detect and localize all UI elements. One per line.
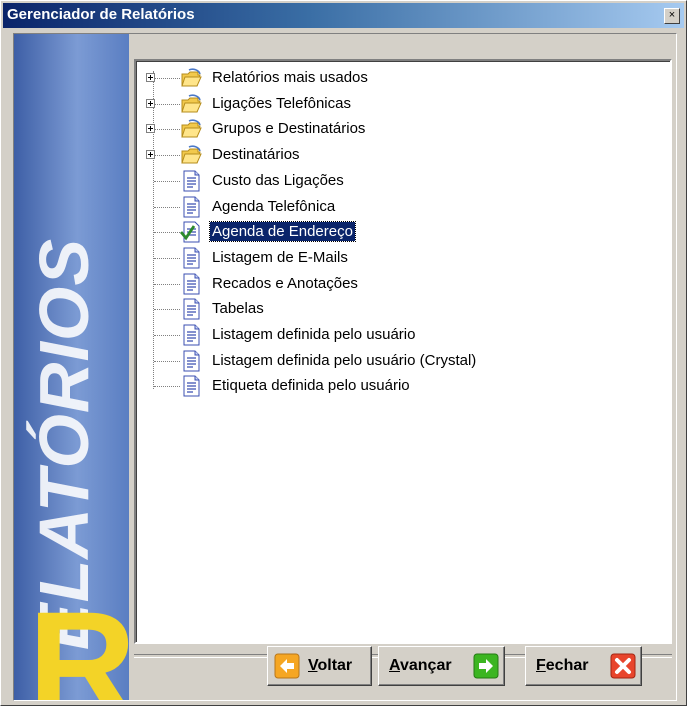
next-label: Avançar xyxy=(389,657,452,674)
folder-icon xyxy=(180,67,202,89)
tree-connector xyxy=(154,335,180,336)
tree-item-label: Ligações Telefônicas xyxy=(212,94,351,112)
report-manager-window: Gerenciador de Relatórios × ELATÓRIOS R … xyxy=(0,0,687,706)
tree-item[interactable]: Recados e Anotações xyxy=(136,271,666,297)
tree-connector xyxy=(154,155,180,157)
tree-item[interactable]: Agenda Telefônica xyxy=(136,194,666,220)
tree-connector xyxy=(154,386,180,388)
tree-connector xyxy=(154,360,180,362)
close-button[interactable]: Fechar xyxy=(525,646,642,686)
tree-item-label: Etiqueta definida pelo usuário xyxy=(212,377,410,395)
back-label: Voltar xyxy=(308,657,353,674)
tree-connector xyxy=(154,180,180,182)
tree-item[interactable]: Agenda de Endereço xyxy=(136,219,666,245)
back-button[interactable]: Voltar xyxy=(267,646,372,686)
tree-item-label: Listagem definida pelo usuário (Crystal) xyxy=(212,351,477,369)
tree-item-label: Listagem de E-Mails xyxy=(212,248,348,266)
tree-item[interactable]: Custo das Ligações xyxy=(136,168,666,194)
tree-item[interactable]: Destinatários xyxy=(136,142,666,168)
folder-icon xyxy=(180,93,202,115)
tree-item[interactable]: Ligações Telefônicas xyxy=(136,91,666,117)
tree-connector xyxy=(154,129,180,131)
tree-item-label: Tabelas xyxy=(212,300,264,318)
arrow-left-icon xyxy=(274,653,300,679)
document-icon xyxy=(180,196,202,218)
close-x-icon xyxy=(610,653,636,679)
tree-connector xyxy=(154,257,180,259)
title-bar: Gerenciador de Relatórios × xyxy=(3,3,684,28)
expand-plus-icon[interactable] xyxy=(146,73,155,82)
tree-item-label: Agenda de Endereço xyxy=(209,221,356,243)
tree-item-label: Listagem definida pelo usuário xyxy=(212,326,416,343)
tree-connector xyxy=(154,309,180,311)
document-icon xyxy=(180,247,202,269)
tree-connector xyxy=(154,232,180,234)
document-icon xyxy=(180,170,202,192)
tree-item-label: Relatórios mais usados xyxy=(212,69,368,86)
tree-item[interactable]: Listagem definida pelo usuário xyxy=(136,322,666,348)
tree-item[interactable]: Grupos e Destinatários xyxy=(136,116,666,142)
tree-item-label: Agenda Telefônica xyxy=(212,197,336,215)
window-close-button[interactable]: × xyxy=(664,8,680,24)
document-check-icon xyxy=(179,221,202,243)
close-label: Fechar xyxy=(536,657,589,674)
banner-initial: R xyxy=(28,580,129,700)
document-icon xyxy=(180,375,202,397)
document-icon xyxy=(180,273,202,295)
expand-plus-icon[interactable] xyxy=(146,98,155,108)
reports-banner: ELATÓRIOS R xyxy=(14,34,129,700)
tree-connector xyxy=(154,103,180,105)
report-tree[interactable]: Relatórios mais usados Ligações Telefônic… xyxy=(134,59,672,644)
tree-connector xyxy=(154,283,180,285)
arrow-right-icon xyxy=(473,653,499,679)
tree-item[interactable]: Etiqueta definida pelo usuário xyxy=(136,373,666,399)
document-icon xyxy=(180,298,202,320)
tree-item-label: Grupos e Destinatários xyxy=(212,120,366,138)
window-title: Gerenciador de Relatórios xyxy=(7,6,195,23)
tree-connector xyxy=(154,78,180,79)
tree-item-label: Destinatários xyxy=(212,146,300,164)
tree-item[interactable]: Relatórios mais usados xyxy=(136,65,666,91)
expand-plus-icon[interactable] xyxy=(146,124,155,134)
folder-icon xyxy=(180,118,202,140)
tree-item[interactable]: Listagem de E-Mails xyxy=(136,245,666,271)
document-icon xyxy=(180,350,202,372)
tree-item-label: Custo das Ligações xyxy=(212,171,344,189)
document-icon xyxy=(180,324,202,346)
next-button[interactable]: Avançar xyxy=(378,646,505,686)
tree-item-label: Recados e Anotações xyxy=(212,274,358,292)
tree-item[interactable]: Tabelas xyxy=(136,296,666,322)
expand-plus-icon[interactable] xyxy=(146,150,155,160)
folder-icon xyxy=(180,144,202,166)
tree-connector xyxy=(154,206,180,208)
content-panel: ELATÓRIOS R Relatórios mais usados Ligaçõ… xyxy=(13,33,677,701)
tree-item[interactable]: Listagem definida pelo usuário (Crystal) xyxy=(136,348,666,374)
